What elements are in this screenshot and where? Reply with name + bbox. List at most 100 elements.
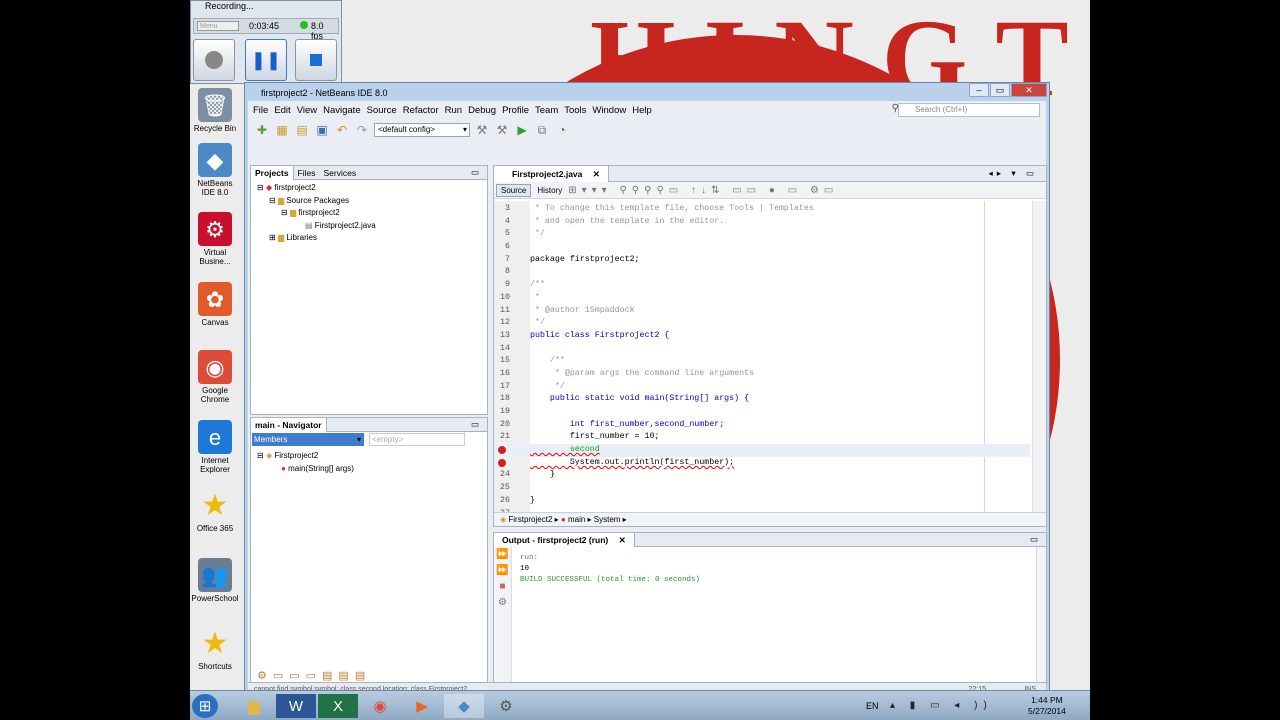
code-line[interactable]: 10 * xyxy=(494,292,1030,305)
code-line[interactable]: 9 /** xyxy=(494,279,1030,292)
nav-class-item[interactable]: ⊟ ◈ Firstproject2 xyxy=(257,450,487,463)
code-line[interactable]: System.out.println(first_number); xyxy=(494,457,1030,470)
pause-button[interactable]: ❚❚ xyxy=(245,39,287,81)
code-line[interactable]: 3 * To change this template file, choose… xyxy=(494,203,1030,216)
tab-services[interactable]: Services xyxy=(320,168,361,178)
code-line[interactable]: 12 */ xyxy=(494,317,1030,330)
tree-java-file[interactable]: ▤ Firstproject2.java xyxy=(257,220,487,233)
undo-icon[interactable]: ↶ xyxy=(334,122,350,138)
debug-icon[interactable]: ⧉ xyxy=(534,122,550,138)
output-scrollbar[interactable] xyxy=(1036,547,1046,684)
navigator-filter-select[interactable]: Members ▾ xyxy=(252,433,364,446)
tree-package[interactable]: ⊟ ▆ firstproject2 xyxy=(257,207,487,220)
minimize-panel-icon[interactable]: ▭ xyxy=(1026,534,1042,545)
recycle-bin-shortcut[interactable]: 🗑 Recycle Bin xyxy=(190,88,240,133)
rerun-icon[interactable]: ⏩ xyxy=(494,547,511,563)
menu-window[interactable]: Window xyxy=(589,105,629,116)
code-line[interactable]: 18 public static void main(String[] args… xyxy=(494,393,1030,406)
menu-refactor[interactable]: Refactor xyxy=(400,105,442,116)
collapse-icon[interactable]: ⊟ xyxy=(281,208,288,217)
code-line[interactable]: 5 */ xyxy=(494,228,1030,241)
code-line[interactable]: 20 int first_number,second_number; xyxy=(494,419,1030,432)
canvas-shortcut[interactable]: ✿ Canvas xyxy=(190,282,240,327)
clean-build-icon[interactable]: ⚒ xyxy=(494,122,510,138)
tree-source-packages[interactable]: ⊟ ▆ Source Packages xyxy=(257,195,487,208)
tree-project[interactable]: ⊟ ◆ firstproject2 xyxy=(257,182,487,195)
powerschool-shortcut[interactable]: 👥 PowerSchool xyxy=(190,558,240,603)
code-line[interactable]: 6 xyxy=(494,241,1030,254)
nav-method-item[interactable]: ● main(String[] args) xyxy=(257,463,487,476)
word-taskbar-icon[interactable]: W xyxy=(276,694,316,718)
breadcrumb-class[interactable]: Firstproject2 xyxy=(508,515,552,524)
language-indicator[interactable]: EN xyxy=(866,701,879,711)
code-line[interactable]: 16 * @param args the command line argume… xyxy=(494,368,1030,381)
minimize-panel-icon[interactable]: ▭ xyxy=(467,419,483,430)
start-button[interactable]: ⊞ xyxy=(192,694,218,718)
virtual-business-shortcut[interactable]: ⚙ Virtual Busine... xyxy=(190,212,240,266)
redo-icon[interactable]: ↷ xyxy=(354,122,370,138)
config-select[interactable]: <default config> ▾ xyxy=(374,123,470,137)
build-icon[interactable]: ⚒ xyxy=(474,122,490,138)
menu-edit[interactable]: Edit xyxy=(271,105,293,116)
stop-button[interactable] xyxy=(295,39,337,81)
code-line[interactable]: 15 /** xyxy=(494,355,1030,368)
recorder-taskbar-icon[interactable]: ⚙ xyxy=(486,694,526,718)
profile-icon[interactable]: ◔ xyxy=(554,122,570,138)
error-marker-icon[interactable] xyxy=(498,446,506,455)
tree-libraries[interactable]: ⊞ ▆ Libraries xyxy=(257,232,487,245)
media-taskbar-icon[interactable]: ▶ xyxy=(402,694,442,718)
menu-navigate[interactable]: Navigate xyxy=(320,105,364,116)
error-marker-icon[interactable] xyxy=(498,458,506,467)
menu-source[interactable]: Source xyxy=(364,105,400,116)
menu-tools[interactable]: Tools xyxy=(561,105,589,116)
save-all-icon[interactable]: ▣ xyxy=(314,122,330,138)
excel-taskbar-icon[interactable]: X xyxy=(318,694,358,718)
menu-profile[interactable]: Profile xyxy=(499,105,532,116)
source-view-button[interactable]: Source xyxy=(496,183,532,197)
new-file-icon[interactable]: ✚ xyxy=(254,122,270,138)
office365-shortcut[interactable]: ★ Office 365 xyxy=(190,488,240,533)
netbeans-taskbar-icon[interactable]: ◆ xyxy=(444,694,484,718)
code-line[interactable]: 14 xyxy=(494,343,1030,356)
output-tab[interactable]: Output - firstproject2 (run) ✕ xyxy=(494,532,635,547)
navigator-title[interactable]: main - Navigator xyxy=(251,417,327,432)
close-tab-icon[interactable]: ✕ xyxy=(589,169,604,179)
collapse-icon[interactable]: ⊟ xyxy=(257,183,264,192)
menu-file[interactable]: File xyxy=(250,105,271,116)
tab-files[interactable]: Files xyxy=(294,168,320,178)
clock[interactable]: 1:44 PM 5/27/2014 xyxy=(1028,695,1066,717)
chrome-taskbar-icon[interactable]: ◉ xyxy=(360,694,400,718)
history-view-button[interactable]: History xyxy=(533,185,566,196)
netbeans-shortcut[interactable]: ◆ NetBeans IDE 8.0 xyxy=(190,143,240,197)
record-button[interactable] xyxy=(193,39,235,81)
collapse-icon[interactable]: ⊟ xyxy=(269,196,276,205)
expand-icon[interactable]: ⊞ xyxy=(269,233,276,242)
recorder-menu[interactable]: Menu xyxy=(197,21,239,31)
menu-view[interactable]: View xyxy=(294,105,320,116)
menu-team[interactable]: Team xyxy=(532,105,561,116)
code-line[interactable]: second xyxy=(494,444,1030,457)
new-project-icon[interactable]: ▦ xyxy=(274,122,290,138)
menu-run[interactable]: Run xyxy=(442,105,465,116)
editor-tab[interactable]: Firstproject2.java ✕ xyxy=(494,165,609,182)
code-area[interactable]: 3 * To change this template file, choose… xyxy=(494,203,1030,520)
code-line[interactable]: 7 package firstproject2; xyxy=(494,254,1030,267)
code-line[interactable]: 21 first_number = 10; xyxy=(494,431,1030,444)
code-line[interactable]: 24 } xyxy=(494,469,1030,482)
editor-toolbar-icons[interactable]: ⊞▾▾▾ ⚲⚲⚲⚲▭ ↑↓⇅ ▭▭ ● ▭ ⚙▭ xyxy=(568,185,838,196)
code-line[interactable]: 17 */ xyxy=(494,381,1030,394)
tray-icons[interactable]: ▴ ▮ ▭ ◂ )) xyxy=(890,700,993,711)
editor-scrollbar[interactable] xyxy=(1032,201,1046,512)
menu-debug[interactable]: Debug xyxy=(465,105,499,116)
breadcrumb-system[interactable]: System xyxy=(594,515,621,524)
rerun-params-icon[interactable]: ⏩ xyxy=(494,563,511,579)
stop-icon[interactable]: ■ xyxy=(494,579,511,595)
collapse-icon[interactable]: ⊟ xyxy=(257,451,264,460)
breadcrumb-method[interactable]: main xyxy=(568,515,585,524)
run-icon[interactable]: ▶ xyxy=(514,122,530,138)
close-button[interactable]: ✕ xyxy=(1011,83,1047,97)
code-line[interactable]: 13 public class Firstproject2 { xyxy=(494,330,1030,343)
code-line[interactable]: 4 * and open the template in the editor. xyxy=(494,216,1030,229)
ie-shortcut[interactable]: e Internet Explorer xyxy=(190,420,240,474)
minimize-panel-icon[interactable]: ▭ xyxy=(467,167,483,178)
